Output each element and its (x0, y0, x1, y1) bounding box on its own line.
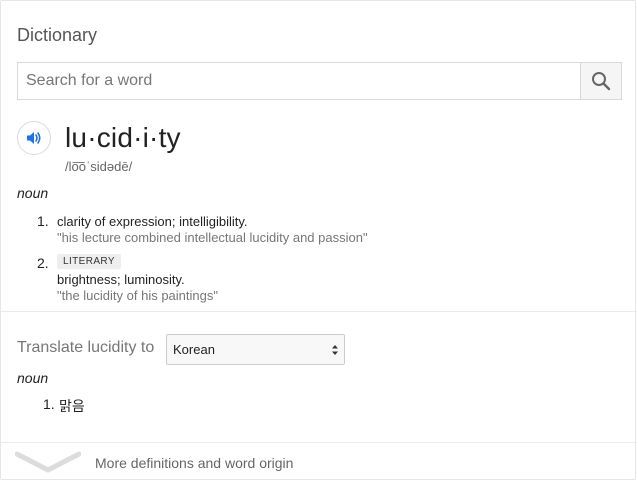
definition-text: brightness; luminosity. (57, 272, 185, 287)
definition-number: 2. (37, 255, 49, 271)
section-divider (1, 311, 637, 312)
phonetic: /lo͞oˈsidədē/ (65, 159, 133, 174)
dictionary-card: Dictionary lu·cid·i·ty /lo͞oˈsidədē/ nou… (0, 0, 637, 481)
translation-number: 1. (43, 396, 55, 412)
search-button[interactable] (580, 63, 621, 99)
definition-text: clarity of expression; intelligibility. (57, 214, 248, 229)
definition-number: 1. (37, 213, 49, 229)
selected-language: Korean (173, 342, 215, 357)
chevron-down-icon (15, 451, 81, 473)
speaker-icon (27, 132, 41, 144)
language-select[interactable]: Korean (166, 334, 345, 365)
widget-title: Dictionary (17, 25, 98, 45)
headword: lu·cid·i·ty (65, 122, 181, 153)
more-definitions-link[interactable]: More definitions and word origin (1, 443, 637, 481)
pronunciation-button[interactable] (17, 121, 51, 155)
more-definitions-label: More definitions and word origin (95, 455, 294, 471)
part-of-speech: noun (17, 185, 49, 201)
search-input[interactable] (18, 63, 580, 99)
translation-part-of-speech: noun (17, 370, 49, 386)
definition-example: "his lecture combined intellectual lucid… (57, 230, 368, 245)
translate-label: Translate lucidity to (17, 339, 155, 356)
search-icon (592, 72, 611, 91)
translation-word: 맑음 (59, 398, 85, 414)
register-badge: LITERARY (57, 254, 121, 269)
select-arrows-icon (332, 345, 338, 355)
definition-example: "the lucidity of his paintings" (57, 288, 218, 303)
search-bar (17, 62, 622, 100)
